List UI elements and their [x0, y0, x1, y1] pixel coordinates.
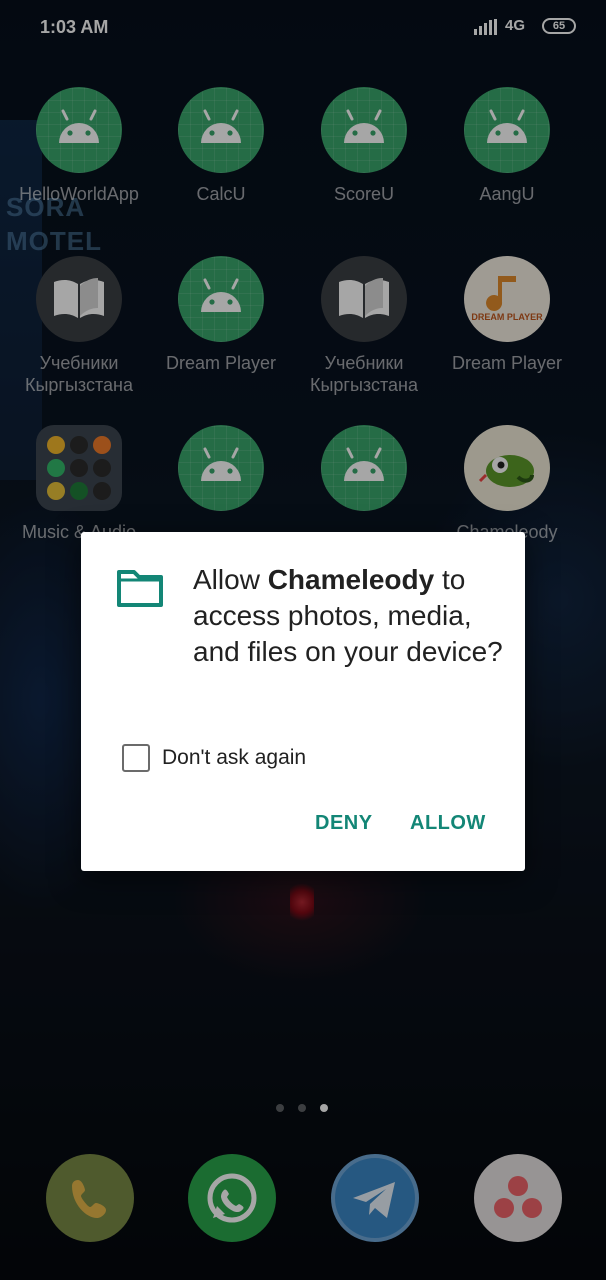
allow-button[interactable]: ALLOW	[410, 812, 486, 835]
dont-ask-checkbox[interactable]	[122, 744, 150, 772]
app-name: Chameleody	[267, 564, 435, 595]
dont-ask-label[interactable]: Don't ask again	[162, 746, 306, 770]
message-prefix: Allow	[193, 564, 268, 595]
deny-button[interactable]: DENY	[315, 812, 373, 835]
permission-dialog: Allow Chameleody to access photos, media…	[81, 532, 525, 871]
folder-icon	[117, 570, 163, 607]
permission-message: Allow Chameleody to access photos, media…	[193, 562, 513, 670]
